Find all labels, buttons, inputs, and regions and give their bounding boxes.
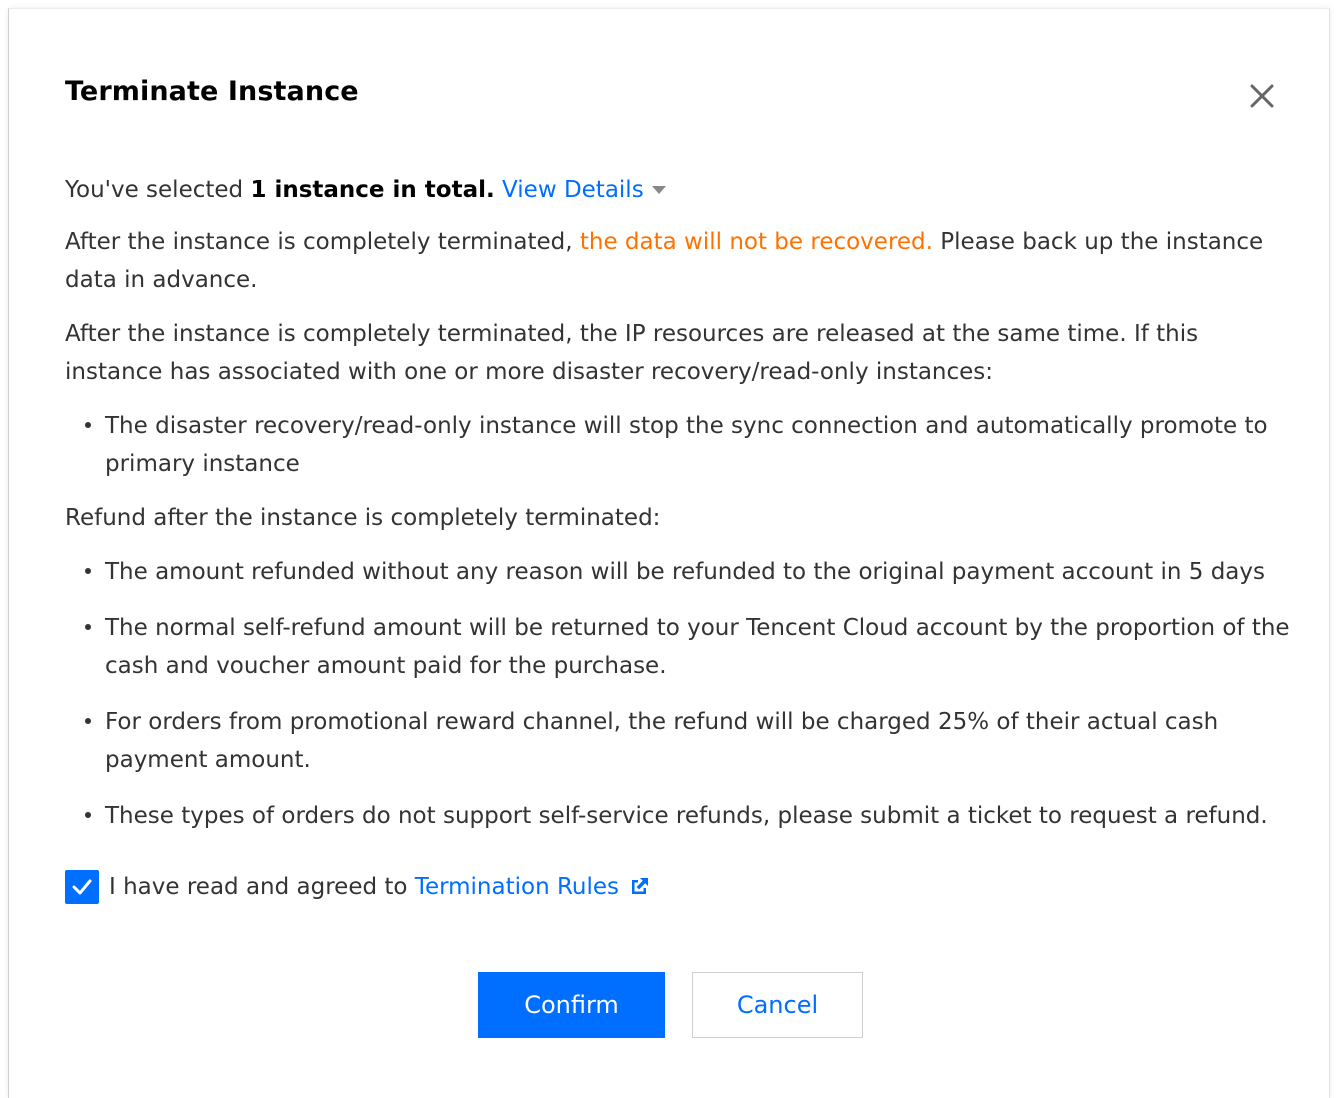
refund-bullet-text: The amount refunded without any reason w… — [105, 559, 1265, 585]
bullet-dot — [85, 718, 91, 724]
ip-release-notice: After the instance is completely termina… — [65, 321, 1199, 385]
dialog-title: Terminate Instance — [65, 76, 359, 107]
cancel-button[interactable]: Cancel — [692, 972, 863, 1038]
bullet-dot — [85, 568, 91, 574]
termination-rules-link[interactable]: Termination Rules — [415, 874, 651, 900]
refund-bullet-text: The normal self-refund amount will be re… — [105, 615, 1290, 679]
selection-summary: You've selected 1 instance in total. Vie… — [65, 171, 1295, 209]
dr-bullet-list: The disaster recovery/read-only instance… — [65, 407, 1295, 483]
warning-before: After the instance is completely termina… — [65, 229, 580, 255]
bullet-dot — [85, 624, 91, 630]
dr-bullet-text: The disaster recovery/read-only instance… — [105, 413, 1268, 477]
caret-down-icon — [651, 185, 666, 194]
selection-count: 1 instance in total. — [250, 177, 495, 203]
selection-prefix: You've selected — [65, 177, 251, 203]
external-link-icon — [632, 877, 649, 894]
dialog-content: You've selected 1 instance in total. Vie… — [65, 171, 1295, 851]
agreement-checkbox[interactable] — [65, 870, 99, 904]
data-loss-warning: After the instance is completely termina… — [65, 223, 1295, 299]
confirm-button[interactable]: Confirm — [478, 972, 665, 1038]
terminate-instance-dialog: Terminate Instance You've selected 1 ins… — [8, 8, 1330, 1098]
warning-highlight: the data will not be recovered. — [579, 229, 933, 255]
refund-bullet-list: The amount refunded without any reason w… — [65, 553, 1295, 835]
list-item: These types of orders do not support sel… — [65, 797, 1295, 835]
refund-heading: Refund after the instance is completely … — [65, 505, 661, 531]
termination-rules-label: Termination Rules — [414, 874, 620, 900]
agreement-row: I have read and agreed to Termination Ru… — [65, 869, 651, 905]
bullet-dot — [85, 422, 91, 428]
checkmark-icon — [72, 879, 92, 895]
agreement-label: I have read and agreed to — [109, 874, 408, 900]
refund-bullet-text: For orders from promotional reward chann… — [105, 709, 1219, 773]
refund-bullet-text: These types of orders do not support sel… — [105, 803, 1268, 829]
list-item: The amount refunded without any reason w… — [65, 553, 1295, 591]
view-details-label: View Details — [502, 177, 644, 203]
list-item: The disaster recovery/read-only instance… — [65, 407, 1295, 483]
bullet-dot — [85, 812, 91, 818]
list-item: The normal self-refund amount will be re… — [65, 609, 1295, 685]
close-icon[interactable] — [1247, 81, 1277, 111]
view-details-link[interactable]: View Details — [502, 177, 666, 203]
list-item: For orders from promotional reward chann… — [65, 703, 1295, 779]
